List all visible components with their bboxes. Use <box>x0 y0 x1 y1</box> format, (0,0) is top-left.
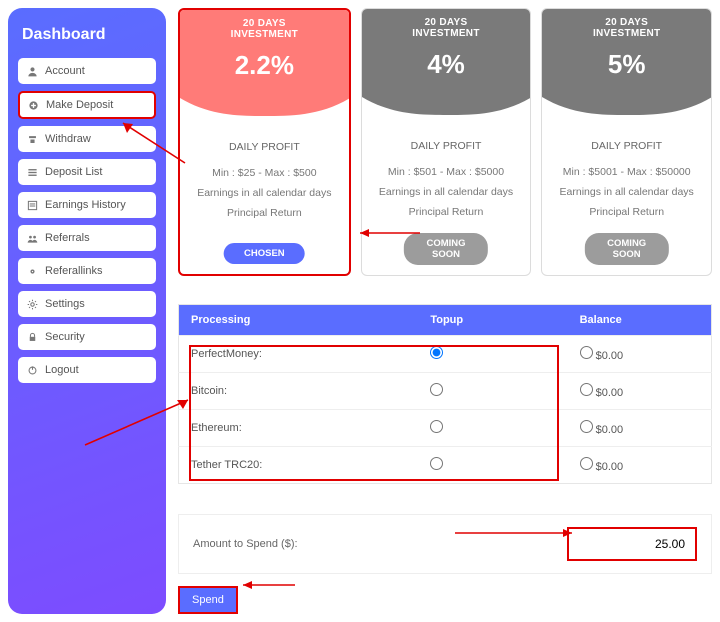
processing-name: Ethereum: <box>179 409 419 446</box>
sidebar-item-label: Settings <box>45 298 85 310</box>
plan-card-1[interactable]: 20 DAYS INVESTMENT 2.2% DAILY PROFIT Min… <box>178 8 351 276</box>
table-row: Tether TRC20: $0.00 <box>179 446 712 483</box>
plan-coming-soon-button[interactable]: COMING SOON <box>585 233 669 265</box>
plan-card-3[interactable]: 20 DAYS INVESTMENT 5% DAILY PROFIT Min :… <box>541 8 712 276</box>
sidebar-item-referallinks[interactable]: Referallinks <box>18 258 156 284</box>
power-icon <box>27 365 38 376</box>
plan-daily-profit: DAILY PROFIT <box>190 138 339 158</box>
th-topup: Topup <box>418 304 567 335</box>
plan-rate: 2.2% <box>180 50 349 81</box>
plan-range: Min : $501 - Max : $5000 <box>372 163 521 183</box>
sidebar-item-label: Account <box>45 65 85 77</box>
history-icon <box>27 200 38 211</box>
plan-daily-profit: DAILY PROFIT <box>552 137 701 157</box>
plan-earnings: Earnings in all calendar days <box>190 184 339 204</box>
th-processing: Processing <box>179 304 419 335</box>
plan-rate: 4% <box>362 49 531 80</box>
people-icon <box>27 233 38 244</box>
sidebar-item-label: Security <box>45 331 85 343</box>
sidebar-item-label: Referallinks <box>45 265 102 277</box>
plan-principal: Principal Return <box>372 203 521 223</box>
gear-icon <box>27 299 38 310</box>
sidebar-item-settings[interactable]: Settings <box>18 291 156 317</box>
plans-row: 20 DAYS INVESTMENT 2.2% DAILY PROFIT Min… <box>178 8 712 276</box>
topup-radio-perfectmoney[interactable] <box>430 346 443 359</box>
topup-radio-bitcoin[interactable] <box>430 383 443 396</box>
amount-input[interactable] <box>567 527 697 561</box>
plan-title: INVESTMENT <box>180 29 349 40</box>
plan-title: INVESTMENT <box>362 28 531 39</box>
amount-row: Amount to Spend ($): <box>178 514 712 574</box>
sidebar: Dashboard Account Make Deposit Withdraw … <box>8 8 166 614</box>
balance-radio[interactable] <box>580 457 593 470</box>
balance-value: $0.00 <box>596 461 624 473</box>
sidebar-item-label: Deposit List <box>45 166 102 178</box>
sidebar-item-withdraw[interactable]: Withdraw <box>18 126 156 152</box>
balance-radio[interactable] <box>580 383 593 396</box>
table-row: PerfectMoney: $0.00 <box>179 335 712 372</box>
plan-chosen-button[interactable]: CHOSEN <box>224 243 305 264</box>
amount-label: Amount to Spend ($): <box>193 538 298 550</box>
plan-coming-soon-button[interactable]: COMING SOON <box>404 233 488 265</box>
balance-radio[interactable] <box>580 346 593 359</box>
sidebar-item-deposit-list[interactable]: Deposit List <box>18 159 156 185</box>
plan-principal: Principal Return <box>190 204 339 224</box>
plan-days: 20 DAYS <box>542 17 711 28</box>
list-icon <box>27 167 38 178</box>
plan-daily-profit: DAILY PROFIT <box>372 137 521 157</box>
plan-range: Min : $25 - Max : $500 <box>190 164 339 184</box>
plan-principal: Principal Return <box>552 203 701 223</box>
balance-radio[interactable] <box>580 420 593 433</box>
balance-value: $0.00 <box>596 350 624 362</box>
plan-card-2[interactable]: 20 DAYS INVESTMENT 4% DAILY PROFIT Min :… <box>361 8 532 276</box>
plan-rate: 5% <box>542 49 711 80</box>
topup-radio-ethereum[interactable] <box>430 420 443 433</box>
sidebar-item-referrals[interactable]: Referrals <box>18 225 156 251</box>
sidebar-item-security[interactable]: Security <box>18 324 156 350</box>
th-balance: Balance <box>568 304 712 335</box>
payment-table: Processing Topup Balance PerfectMoney: $… <box>178 304 712 484</box>
sidebar-item-label: Make Deposit <box>46 99 113 111</box>
topup-radio-tether[interactable] <box>430 457 443 470</box>
processing-name: Bitcoin: <box>179 372 419 409</box>
lock-icon <box>27 332 38 343</box>
sidebar-item-label: Withdraw <box>45 133 91 145</box>
processing-name: Tether TRC20: <box>179 446 419 483</box>
plus-icon <box>28 100 39 111</box>
user-icon <box>27 66 38 77</box>
balance-value: $0.00 <box>596 387 624 399</box>
sidebar-item-account[interactable]: Account <box>18 58 156 84</box>
dashboard-title: Dashboard <box>22 26 152 44</box>
table-row: Bitcoin: $0.00 <box>179 372 712 409</box>
sidebar-item-logout[interactable]: Logout <box>18 357 156 383</box>
sidebar-item-label: Earnings History <box>45 199 126 211</box>
main-content: 20 DAYS INVESTMENT 2.2% DAILY PROFIT Min… <box>178 8 712 614</box>
sidebar-item-label: Referrals <box>45 232 90 244</box>
balance-value: $0.00 <box>596 424 624 436</box>
sidebar-item-label: Logout <box>45 364 79 376</box>
sidebar-item-make-deposit[interactable]: Make Deposit <box>18 91 156 119</box>
plan-range: Min : $5001 - Max : $50000 <box>552 163 701 183</box>
plan-title: INVESTMENT <box>542 28 711 39</box>
sidebar-item-earnings-history[interactable]: Earnings History <box>18 192 156 218</box>
withdraw-icon <box>27 134 38 145</box>
plan-earnings: Earnings in all calendar days <box>552 183 701 203</box>
plan-earnings: Earnings in all calendar days <box>372 183 521 203</box>
table-row: Ethereum: $0.00 <box>179 409 712 446</box>
plan-days: 20 DAYS <box>362 17 531 28</box>
plan-days: 20 DAYS <box>180 18 349 29</box>
processing-name: PerfectMoney: <box>179 335 419 372</box>
link-icon <box>27 266 38 277</box>
